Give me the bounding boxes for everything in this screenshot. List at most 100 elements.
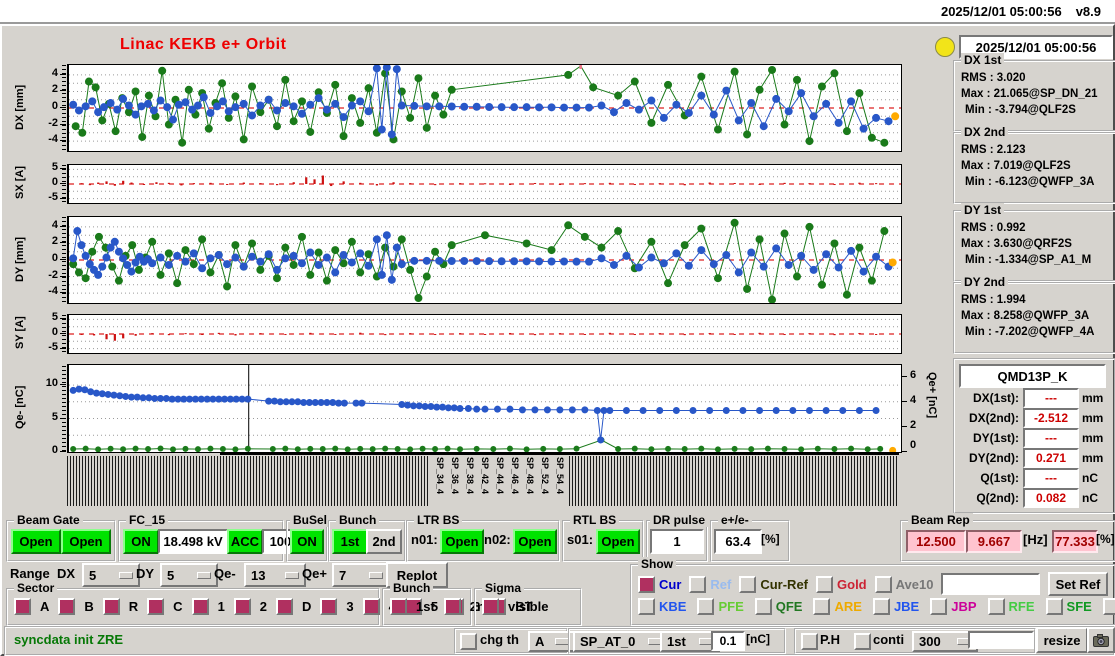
range-label: Range [10, 566, 50, 581]
show-pfe-checkbox[interactable] [697, 598, 715, 615]
stat-row: Max : 8.258@QWFP_3A [961, 310, 1090, 322]
sp-name-dropdown[interactable]: SP_AT_0 [573, 631, 669, 652]
chg-th-checkbox[interactable] [460, 633, 477, 650]
dy-chart[interactable] [67, 216, 902, 304]
monitor-row-label: DY(1st): [972, 431, 1019, 445]
set-ref-button[interactable]: Set Ref [1048, 572, 1108, 596]
titlebar-datetime: 2025/12/01 05:00:56 [940, 3, 1062, 19]
show-ave10-label: Ave10 [895, 576, 934, 592]
show-gold-checkbox[interactable] [816, 575, 834, 593]
fc15-on-button[interactable]: ON [123, 529, 159, 554]
ltr-n01-button[interactable]: Open [440, 529, 484, 554]
show-cur-ref-checkbox[interactable] [739, 575, 757, 593]
show-rfe-checkbox[interactable] [987, 598, 1005, 615]
busel-on-button[interactable]: ON [290, 529, 324, 554]
count-input[interactable] [968, 631, 1034, 649]
ph-checkbox[interactable] [801, 633, 818, 650]
show-overlay-item: JBP [930, 598, 977, 615]
show-ave10-checkbox[interactable] [874, 575, 892, 593]
sector-d-checkbox[interactable] [276, 598, 294, 615]
show-zre-checkbox[interactable] [1102, 598, 1115, 615]
bpm-label: SP_52_4 [540, 457, 550, 495]
stat-row: RMS : 2.123 [961, 144, 1026, 156]
show-kbe-checkbox[interactable] [638, 598, 655, 615]
y-tick-label: -2 [48, 116, 58, 129]
y-axis-label-dy: DY [mm] [14, 236, 26, 282]
rtl-bs-title: RTL BS [570, 513, 620, 527]
sector-4-checkbox[interactable] [362, 598, 380, 615]
bunch-select-group: Bunch 1st2nd [382, 581, 493, 626]
show-cur-ref-label: Cur-Ref [760, 576, 809, 592]
status-bar: syncdata init ZRE chg th A SP_AT_0 1st 0… [4, 626, 1115, 656]
monitor-name-field[interactable]: QMD13P_K [959, 364, 1106, 388]
show-sfe-label: SFE [1066, 599, 1092, 614]
bunch-1st-checkbox[interactable] [390, 598, 407, 615]
stat-group-dy-2nd: DY 2nd RMS : 1.994 Max : 8.258@QWFP_3A Min … [953, 275, 1115, 354]
y-tick-mark [901, 426, 907, 428]
show-jbp-checkbox[interactable] [930, 598, 948, 615]
dx-chart[interactable] [67, 64, 902, 152]
monitor-row-unit: mm [1082, 451, 1104, 465]
sector-b-label: B [84, 599, 94, 614]
sector-d-label: D [302, 599, 312, 614]
sector-a-checkbox[interactable] [14, 598, 31, 615]
fc15-acc-button[interactable]: ACC [227, 529, 263, 554]
sy-chart[interactable] [67, 314, 902, 354]
dropdown-indicator [197, 571, 211, 579]
resize-button[interactable]: resize [1036, 627, 1088, 653]
sx-chart[interactable] [67, 164, 902, 204]
show-jbe-checkbox[interactable] [872, 598, 890, 615]
sector-2-checkbox[interactable] [233, 598, 251, 615]
monitor-row-value: --- [1023, 428, 1079, 448]
sector-r-checkbox[interactable] [102, 598, 120, 615]
beam-gate-button-2[interactable]: Open [61, 529, 111, 554]
range-qem-dropdown[interactable]: 13 [244, 563, 306, 587]
show-cur-checkbox[interactable] [638, 575, 655, 593]
sector-1-checkbox[interactable] [191, 598, 209, 615]
rtl-s01-button[interactable]: Open [596, 529, 640, 554]
bunch-2nd-checkbox[interactable] [443, 598, 461, 615]
epem-unit-label: [%] [761, 532, 780, 546]
y-axis-label-sy: SY [A] [14, 316, 26, 350]
sigma-visible-checkbox[interactable] [482, 598, 499, 615]
sector-c-checkbox[interactable] [147, 598, 165, 615]
y-axis-label-qe: Qe- [nC] [14, 385, 26, 430]
dr-pulse-field[interactable]: 1 [650, 529, 704, 554]
epem-title: e+/e- [718, 513, 752, 527]
beam-rep-hz-label: [Hz] [1023, 532, 1048, 547]
show-item: Gold [816, 575, 867, 593]
range-dy-dropdown[interactable]: 5 [160, 563, 218, 587]
bunch-1st-button[interactable]: 1st [332, 529, 368, 554]
sector-c-label: C [173, 599, 183, 614]
chg-th-box: chg th A [454, 628, 576, 654]
epem-field[interactable]: 63.4 [714, 529, 762, 554]
show-are-checkbox[interactable] [813, 598, 831, 615]
ltr-n02-button[interactable]: Open [513, 529, 557, 554]
bunch-2nd-button[interactable]: 2nd [366, 529, 402, 554]
sector-3-checkbox[interactable] [320, 598, 338, 615]
ref-name-input[interactable] [941, 573, 1040, 595]
sector-b-checkbox[interactable] [58, 598, 76, 615]
show-qfe-checkbox[interactable] [754, 598, 772, 615]
ltr-n01-label: n01: [411, 532, 438, 547]
show-ref-checkbox[interactable] [689, 575, 707, 593]
show-overlay-item: QFE [754, 598, 802, 615]
qe-chart[interactable] [67, 364, 902, 453]
beam-gate-button-1[interactable]: Open [11, 529, 61, 554]
range-dx-dropdown[interactable]: 5 [82, 563, 140, 587]
monitor-row-unit: mm [1082, 431, 1104, 445]
monitor-row-unit: nC [1082, 491, 1098, 505]
y-tick-label: -4 [48, 285, 58, 298]
monitor-row-value: 0.082 [1023, 488, 1079, 508]
sector-r-label: R [128, 599, 139, 614]
show-rfe-label: RFE [1008, 599, 1035, 614]
stat-row: RMS : 0.992 [961, 222, 1026, 234]
show-sfe-checkbox[interactable] [1045, 598, 1063, 615]
fc15-kv-field[interactable]: 18.498 kV [158, 529, 228, 554]
camera-button[interactable] [1087, 627, 1115, 653]
monitor-row-unit: mm [1082, 391, 1104, 405]
range-qep-dropdown[interactable]: 7 [332, 563, 390, 587]
threshold-field[interactable]: 0.1 [711, 631, 745, 651]
conti-checkbox[interactable] [854, 633, 871, 650]
y-tick-label: 0 [51, 326, 58, 338]
